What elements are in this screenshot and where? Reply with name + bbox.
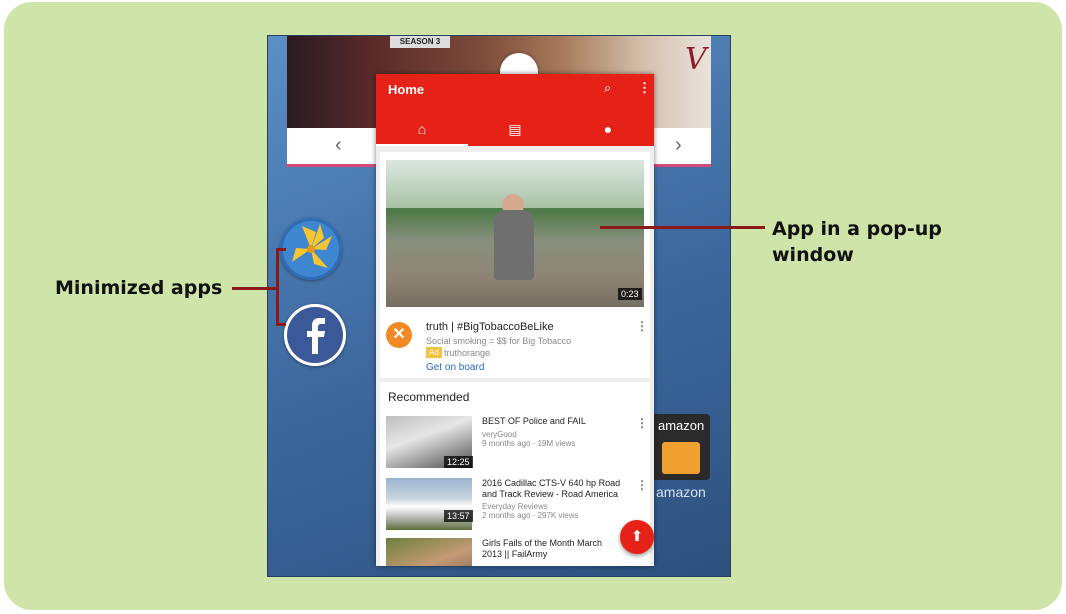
- channel-logo: V: [685, 42, 707, 77]
- featured-duration: 0:23: [618, 288, 642, 300]
- video-title[interactable]: BEST OF Police and FAIL: [482, 416, 622, 426]
- minimized-gallery-app[interactable]: [280, 218, 342, 280]
- video-thumbnail[interactable]: [386, 538, 472, 566]
- page-title: Home: [388, 82, 425, 97]
- video-duration: 13:57: [444, 510, 473, 522]
- callout-popup-window: App in a pop-up window: [772, 216, 942, 268]
- featured-video-thumbnail[interactable]: [386, 160, 644, 307]
- video-channel: veryGood: [482, 430, 517, 439]
- amazon-caption: amazon: [656, 484, 706, 500]
- account-icon: ●: [603, 121, 613, 137]
- callout-bracket-bottom: [276, 323, 286, 326]
- upload-button[interactable]: ⬆: [620, 520, 654, 554]
- section-title: Recommended: [388, 390, 470, 404]
- callout-minimized-apps: Minimized apps: [55, 277, 223, 299]
- amazon-cart-icon: [662, 442, 700, 474]
- more-options-icon[interactable]: ⋮: [638, 80, 651, 96]
- callout-popup-line1: App in a pop-up: [772, 218, 942, 240]
- video-meta: 2 months ago · 297K views: [482, 511, 579, 520]
- tab-account[interactable]: ●: [562, 114, 654, 144]
- ad-channel-name: truthorange: [444, 348, 491, 358]
- ad-channel-icon[interactable]: ✕: [386, 322, 412, 348]
- subscriptions-icon: ▤: [508, 121, 522, 137]
- video-more-icon[interactable]: ⋮: [636, 416, 648, 430]
- callout-leader-line: [232, 287, 278, 290]
- video-meta: 9 months ago · 19M views: [482, 439, 576, 448]
- nav-next-icon[interactable]: ›: [675, 134, 682, 157]
- video-duration: 12:25: [444, 456, 473, 468]
- tab-subscriptions[interactable]: ▤: [469, 114, 561, 144]
- search-icon[interactable]: ⌕: [604, 80, 611, 96]
- popup-window: Home ⌕ ⋮ ⌂ ▤ ● 0:23 ✕ truth | #BigTobacc…: [376, 74, 654, 566]
- tab-home[interactable]: ⌂: [376, 114, 468, 146]
- video-more-icon[interactable]: ⋮: [636, 478, 648, 492]
- season-banner: SEASON 3: [390, 36, 450, 48]
- featured-more-icon[interactable]: ⋮: [636, 319, 648, 333]
- facebook-icon: [284, 304, 346, 366]
- ad-badge: Ad: [426, 347, 442, 358]
- video-title[interactable]: 2016 Cadillac CTS-V 640 hp Road and Trac…: [482, 478, 622, 500]
- callout-bracket-top: [276, 248, 286, 251]
- gallery-pinwheel-icon: [280, 218, 342, 280]
- callout-popup-line2: window: [772, 244, 854, 266]
- callout-leader-line: [600, 226, 765, 229]
- amazon-app-icon[interactable]: amazon: [652, 414, 710, 480]
- nav-prev-icon[interactable]: ‹: [335, 134, 342, 157]
- home-icon: ⌂: [417, 121, 427, 137]
- video-title[interactable]: Girls Fails of the Month March 2013 || F…: [482, 538, 622, 560]
- cta-link[interactable]: Get on board: [426, 362, 484, 373]
- youtube-header: Home ⌕ ⋮ ⌂ ▤ ●: [376, 74, 654, 146]
- amazon-tile-label: amazon: [658, 418, 705, 433]
- video-thumbnail[interactable]: [386, 478, 472, 530]
- callout-bracket: [276, 248, 279, 326]
- video-channel: Everyday Reviews: [482, 502, 548, 511]
- featured-subtitle: Social smoking = $$ for Big Tobacco: [426, 336, 572, 346]
- featured-title[interactable]: truth | #BigTobaccoBeLike: [426, 321, 554, 333]
- upload-icon: ⬆: [630, 528, 644, 545]
- minimized-facebook-app[interactable]: [284, 304, 346, 366]
